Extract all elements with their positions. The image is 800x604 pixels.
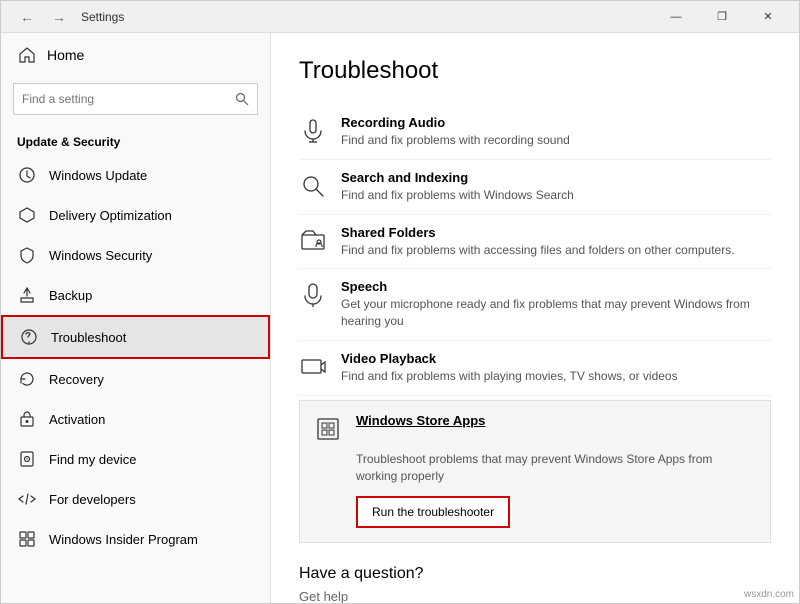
sidebar-label-windows-update: Windows Update bbox=[49, 168, 147, 183]
shared-folders-title: Shared Folders bbox=[341, 225, 735, 240]
sidebar-label-delivery-optimization: Delivery Optimization bbox=[49, 208, 172, 223]
sidebar-item-windows-update[interactable]: Windows Update bbox=[1, 155, 270, 195]
find-my-device-icon bbox=[17, 449, 37, 469]
close-button[interactable]: ✕ bbox=[745, 1, 791, 33]
sidebar-item-windows-insider[interactable]: Windows Insider Program bbox=[1, 519, 270, 559]
shared-folders-text: Shared Folders Find and fix problems wit… bbox=[341, 225, 735, 259]
have-question-title: Have a question? bbox=[299, 565, 771, 583]
nav-arrows: ← → bbox=[13, 3, 73, 31]
sidebar-label-for-developers: For developers bbox=[49, 492, 136, 507]
windows-store-section: Windows Store Apps Troubleshoot problems… bbox=[299, 400, 771, 544]
speech-desc: Get your microphone ready and fix proble… bbox=[341, 296, 771, 330]
sidebar-item-backup[interactable]: Backup bbox=[1, 275, 270, 315]
shared-folders-icon bbox=[299, 227, 327, 255]
search-indexing-title: Search and Indexing bbox=[341, 170, 574, 185]
window-controls: — ❐ ✕ bbox=[653, 1, 791, 33]
for-developers-icon bbox=[17, 489, 37, 509]
recovery-icon bbox=[17, 369, 37, 389]
sidebar-item-windows-security[interactable]: Windows Security bbox=[1, 235, 270, 275]
windows-security-icon bbox=[17, 245, 37, 265]
shared-folders-desc: Find and fix problems with accessing fil… bbox=[341, 242, 735, 259]
video-playback-desc: Find and fix problems with playing movie… bbox=[341, 368, 678, 385]
windows-store-icon bbox=[314, 415, 342, 443]
sidebar-label-recovery: Recovery bbox=[49, 372, 104, 387]
get-help-link[interactable]: Get help bbox=[299, 589, 771, 603]
sidebar-label-activation: Activation bbox=[49, 412, 105, 427]
sidebar-label-find-my-device: Find my device bbox=[49, 452, 136, 467]
sidebar-item-for-developers[interactable]: For developers bbox=[1, 479, 270, 519]
sidebar-section-title: Update & Security bbox=[1, 125, 270, 155]
windows-store-desc: Troubleshoot problems that may prevent W… bbox=[356, 451, 756, 485]
recording-audio-desc: Find and fix problems with recording sou… bbox=[341, 132, 570, 149]
main-content: Home Update & Security bbox=[1, 33, 799, 603]
run-troubleshooter-button[interactable]: Run the troubleshooter bbox=[356, 496, 510, 528]
sidebar-item-recovery[interactable]: Recovery bbox=[1, 359, 270, 399]
windows-store-header: Windows Store Apps bbox=[314, 413, 756, 443]
video-playback-title: Video Playback bbox=[341, 351, 678, 366]
troubleshoot-item-search-indexing: Search and Indexing Find and fix problem… bbox=[299, 160, 771, 215]
window-title: Settings bbox=[81, 10, 124, 24]
forward-button[interactable]: → bbox=[45, 3, 73, 31]
recording-audio-text: Recording Audio Find and fix problems wi… bbox=[341, 115, 570, 149]
search-indexing-text: Search and Indexing Find and fix problem… bbox=[341, 170, 574, 204]
troubleshoot-item-speech: Speech Get your microphone ready and fix… bbox=[299, 269, 771, 341]
windows-update-icon bbox=[17, 165, 37, 185]
sidebar-item-find-my-device[interactable]: Find my device bbox=[1, 439, 270, 479]
speech-title: Speech bbox=[341, 279, 771, 294]
home-icon bbox=[17, 45, 37, 65]
back-button[interactable]: ← bbox=[13, 3, 41, 31]
sidebar-home[interactable]: Home bbox=[1, 33, 270, 77]
troubleshoot-item-recording-audio: Recording Audio Find and fix problems wi… bbox=[299, 105, 771, 160]
activation-icon bbox=[17, 409, 37, 429]
sidebar-label-backup: Backup bbox=[49, 288, 92, 303]
sidebar-label-troubleshoot: Troubleshoot bbox=[51, 330, 126, 345]
sidebar-label-windows-insider: Windows Insider Program bbox=[49, 532, 198, 547]
minimize-button[interactable]: — bbox=[653, 1, 699, 33]
speech-icon bbox=[299, 281, 327, 309]
titlebar: ← → Settings — ❐ ✕ bbox=[1, 1, 799, 33]
page-title: Troubleshoot bbox=[299, 57, 771, 85]
video-playback-text: Video Playback Find and fix problems wit… bbox=[341, 351, 678, 385]
settings-window: ← → Settings — ❐ ✕ Home bbox=[0, 0, 800, 604]
search-indexing-desc: Find and fix problems with Windows Searc… bbox=[341, 187, 574, 204]
speech-text: Speech Get your microphone ready and fix… bbox=[341, 279, 771, 330]
search-input[interactable] bbox=[22, 92, 235, 106]
maximize-button[interactable]: ❐ bbox=[699, 1, 745, 33]
sidebar-item-activation[interactable]: Activation bbox=[1, 399, 270, 439]
home-label: Home bbox=[47, 47, 84, 63]
titlebar-left: ← → Settings bbox=[13, 3, 124, 31]
windows-store-title: Windows Store Apps bbox=[356, 413, 485, 428]
video-playback-icon bbox=[299, 353, 327, 381]
search-box[interactable] bbox=[13, 83, 258, 115]
troubleshoot-icon bbox=[19, 327, 39, 347]
sidebar-item-troubleshoot[interactable]: Troubleshoot bbox=[1, 315, 270, 359]
recording-audio-title: Recording Audio bbox=[341, 115, 570, 130]
troubleshoot-item-video-playback: Video Playback Find and fix problems wit… bbox=[299, 341, 771, 396]
content-area: Troubleshoot Recording Audio Find and fi… bbox=[271, 33, 799, 603]
sidebar-label-windows-security: Windows Security bbox=[49, 248, 152, 263]
delivery-optimization-icon bbox=[17, 205, 37, 225]
recording-audio-icon bbox=[299, 117, 327, 145]
sidebar: Home Update & Security bbox=[1, 33, 271, 603]
sidebar-item-delivery-optimization[interactable]: Delivery Optimization bbox=[1, 195, 270, 235]
watermark: wsxdn.com bbox=[744, 589, 794, 600]
windows-insider-icon bbox=[17, 529, 37, 549]
search-icon bbox=[235, 92, 249, 106]
backup-icon bbox=[17, 285, 37, 305]
search-indexing-icon bbox=[299, 172, 327, 200]
troubleshoot-item-shared-folders: Shared Folders Find and fix problems wit… bbox=[299, 215, 771, 270]
